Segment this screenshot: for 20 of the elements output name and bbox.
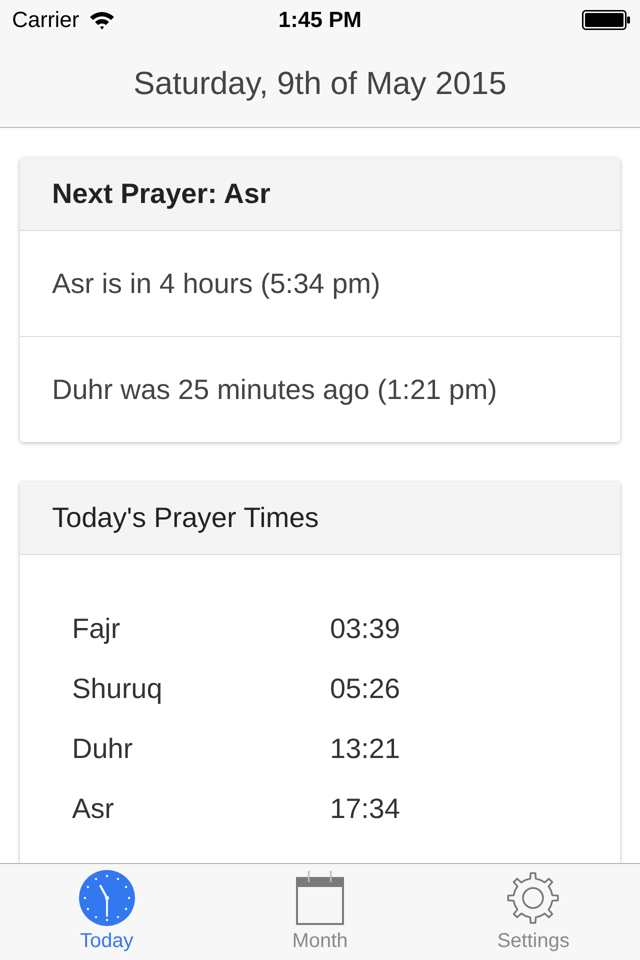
prayer-time: 17:34 [330, 793, 400, 825]
prayer-name: Asr [72, 793, 115, 825]
wifi-icon [89, 10, 116, 30]
nav-title: Saturday, 9th of May 2015 [134, 65, 506, 102]
prayer-name: Fajr [72, 613, 122, 645]
prayer-time: 03:39 [330, 613, 400, 645]
card-title: Next Prayer: Asr [52, 178, 270, 210]
prayer-time: 05:26 [330, 673, 400, 705]
status-time: 1:45 PM [278, 7, 362, 33]
prayer-name: Shuruq [72, 673, 164, 705]
tab[interactable]: Settings [426, 864, 640, 960]
battery-icon [582, 10, 630, 30]
card-title: Today's Prayer Times [52, 502, 319, 534]
prayer-time: 13:21 [330, 733, 400, 765]
tab[interactable]: Today [0, 864, 214, 960]
tab[interactable]: Month [213, 864, 427, 960]
prayer-info-text: Asr is in 4 hours (5:34 pm) [52, 268, 380, 300]
prayer-info-text: Duhr was 25 minutes ago (1:21 pm) [52, 374, 498, 406]
carrier-label: Carrier [12, 7, 80, 33]
prayer-name: Duhr [72, 733, 134, 765]
